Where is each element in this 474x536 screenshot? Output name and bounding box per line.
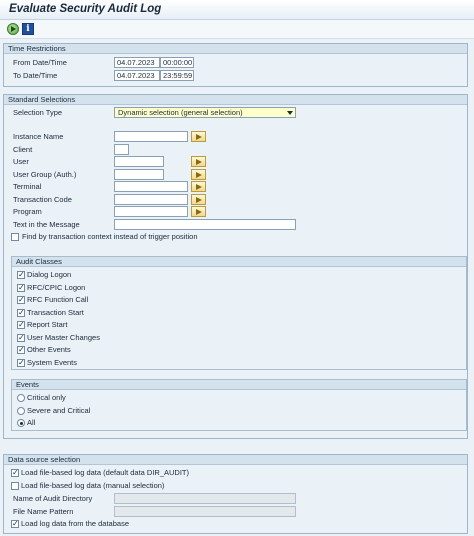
group-title: Events (16, 380, 39, 389)
report-start-checkbox[interactable]: ✓ (17, 321, 25, 329)
multiple-selection-arrow-icon[interactable] (191, 156, 206, 167)
instance-name-field[interactable] (114, 131, 188, 142)
text-in-message-label: Text in the Message (13, 220, 80, 229)
group-title: Audit Classes (16, 257, 62, 266)
time-restrictions-group: Time Restrictions From Date/Time 04.07.2… (3, 43, 468, 87)
load-file-manual-checkbox[interactable] (11, 482, 19, 490)
critical-only-radio[interactable] (17, 394, 25, 402)
rfc-cpic-logon-label: RFC/CPIC Logon (27, 283, 86, 292)
multiple-selection-arrow-icon[interactable] (191, 181, 206, 192)
dialog-logon-checkbox[interactable]: ✓ (17, 271, 25, 279)
info-icon[interactable]: i (22, 23, 34, 35)
file-name-pattern-field[interactable] (114, 506, 296, 517)
all-radio[interactable] (17, 419, 25, 427)
load-from-database-label: Load log data from the database (21, 519, 129, 528)
other-events-label: Other Events (27, 345, 71, 354)
text-in-message-field[interactable] (114, 219, 296, 230)
terminal-field[interactable] (114, 181, 188, 192)
system-events-label: System Events (27, 358, 78, 367)
client-field[interactable] (114, 144, 129, 155)
user-field[interactable] (114, 156, 164, 167)
title-bar: Evaluate Security Audit Log (0, 0, 474, 20)
load-file-default-label: Load file-based log data (default data D… (21, 468, 190, 477)
group-title: Time Restrictions (8, 44, 66, 53)
group-title: Data source selection (8, 455, 81, 464)
rfc-function-call-label: RFC Function Call (27, 295, 89, 304)
load-from-database-checkbox[interactable]: ✓ (11, 520, 19, 528)
load-file-manual-label: Load file-based log data (manual selecti… (21, 481, 165, 490)
rfc-function-call-checkbox[interactable]: ✓ (17, 296, 25, 304)
find-by-context-checkbox[interactable] (11, 233, 19, 241)
data-source-selection-group: Data source selection ✓ Load file-based … (3, 454, 468, 534)
to-time-field[interactable]: 23:59:59 (160, 70, 194, 81)
application-toolbar: i (0, 20, 474, 39)
other-events-checkbox[interactable]: ✓ (17, 346, 25, 354)
page-title: Evaluate Security Audit Log (9, 3, 162, 15)
client-label: Client (13, 145, 33, 154)
multiple-selection-arrow-icon[interactable] (191, 194, 206, 205)
to-date-time-label: To Date/Time (13, 71, 58, 80)
selection-type-dropdown[interactable]: Dynamic selection (general selection) (114, 107, 296, 118)
multiple-selection-arrow-icon[interactable] (191, 206, 206, 217)
transaction-code-field[interactable] (114, 194, 188, 205)
audit-directory-label: Name of Audit Directory (13, 494, 93, 503)
terminal-label: Terminal (13, 182, 42, 191)
chevron-down-icon (287, 111, 293, 115)
transaction-start-label: Transaction Start (27, 308, 84, 317)
instance-name-label: Instance Name (13, 132, 64, 141)
transaction-start-checkbox[interactable]: ✓ (17, 309, 25, 317)
transaction-code-label: Transaction Code (13, 195, 72, 204)
selection-type-label: Selection Type (13, 108, 63, 117)
user-group-field[interactable] (114, 169, 164, 180)
find-by-context-label: Find by transaction context instead of t… (22, 232, 198, 241)
from-date-time-label: From Date/Time (13, 58, 67, 67)
user-label: User (13, 157, 29, 166)
rfc-cpic-logon-checkbox[interactable]: ✓ (17, 284, 25, 292)
to-date-field[interactable]: 04.07.2023 (114, 70, 160, 81)
report-start-label: Report Start (27, 320, 68, 329)
user-group-label: User Group (Auth.) (13, 170, 77, 179)
from-date-field[interactable]: 04.07.2023 (114, 57, 160, 68)
all-label: All (27, 418, 36, 427)
audit-directory-field[interactable] (114, 493, 296, 504)
execute-icon[interactable] (7, 23, 19, 35)
system-events-checkbox[interactable]: ✓ (17, 359, 25, 367)
multiple-selection-arrow-icon[interactable] (191, 131, 206, 142)
file-name-pattern-label: File Name Pattern (13, 507, 74, 516)
standard-selections-group: Standard Selections Selection Type Dynam… (3, 94, 468, 439)
severe-and-critical-label: Severe and Critical (27, 406, 91, 415)
user-master-changes-label: User Master Changes (27, 333, 100, 342)
load-file-default-checkbox[interactable]: ✓ (11, 469, 19, 477)
audit-classes-group: Audit Classes ✓ Dialog Logon ✓ RFC/CPIC … (11, 256, 467, 370)
dialog-logon-label: Dialog Logon (27, 270, 72, 279)
user-master-changes-checkbox[interactable]: ✓ (17, 334, 25, 342)
from-time-field[interactable]: 00:00:00 (160, 57, 194, 68)
group-title: Standard Selections (8, 95, 76, 104)
severe-and-critical-radio[interactable] (17, 407, 25, 415)
selection-type-value: Dynamic selection (general selection) (118, 108, 243, 117)
radio-selected-dot (19, 421, 23, 425)
critical-only-label: Critical only (27, 393, 66, 402)
events-group: Events Critical only Severe and Critical… (11, 379, 467, 431)
program-field[interactable] (114, 206, 188, 217)
multiple-selection-arrow-icon[interactable] (191, 169, 206, 180)
program-label: Program (13, 207, 42, 216)
